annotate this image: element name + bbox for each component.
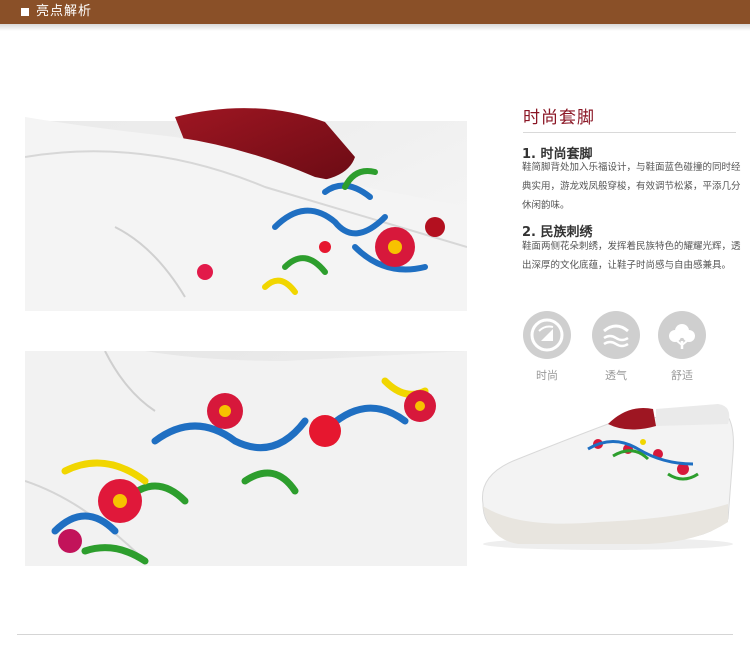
header-shadow bbox=[0, 24, 750, 31]
section-header-bar: 亮点解析 bbox=[0, 0, 750, 24]
header-square-icon bbox=[21, 8, 29, 16]
bottom-divider bbox=[17, 634, 733, 635]
feature-description-1: 鞋简脚背处加入乐福设计，与鞋面蓝色碰撞的同时经典实用，游龙戏凤般穿梭，有效调节松… bbox=[522, 162, 741, 211]
feature-section-title: 时尚套脚 bbox=[523, 108, 595, 128]
section-divider bbox=[523, 132, 736, 133]
feature-description-2: 鞋面两侧花朵刺绣，发挥着民族特色的耀耀光辉，透出深厚的文化底蕴，让鞋子时尚感与自… bbox=[522, 241, 741, 271]
comfort-label: 舒适 bbox=[671, 369, 693, 382]
white-shoe-photo bbox=[478, 394, 736, 552]
breathable-label: 透气 bbox=[605, 369, 627, 382]
fashion-icon bbox=[523, 311, 571, 359]
breathable-icon bbox=[592, 311, 640, 359]
section-header-title: 亮点解析 bbox=[36, 4, 93, 19]
comfort-cotton-icon bbox=[658, 311, 706, 359]
embroidery-closeup-photo-1 bbox=[25, 97, 467, 311]
fashion-label: 时尚 bbox=[536, 369, 558, 382]
embroidery-closeup-photo-2 bbox=[25, 351, 467, 566]
